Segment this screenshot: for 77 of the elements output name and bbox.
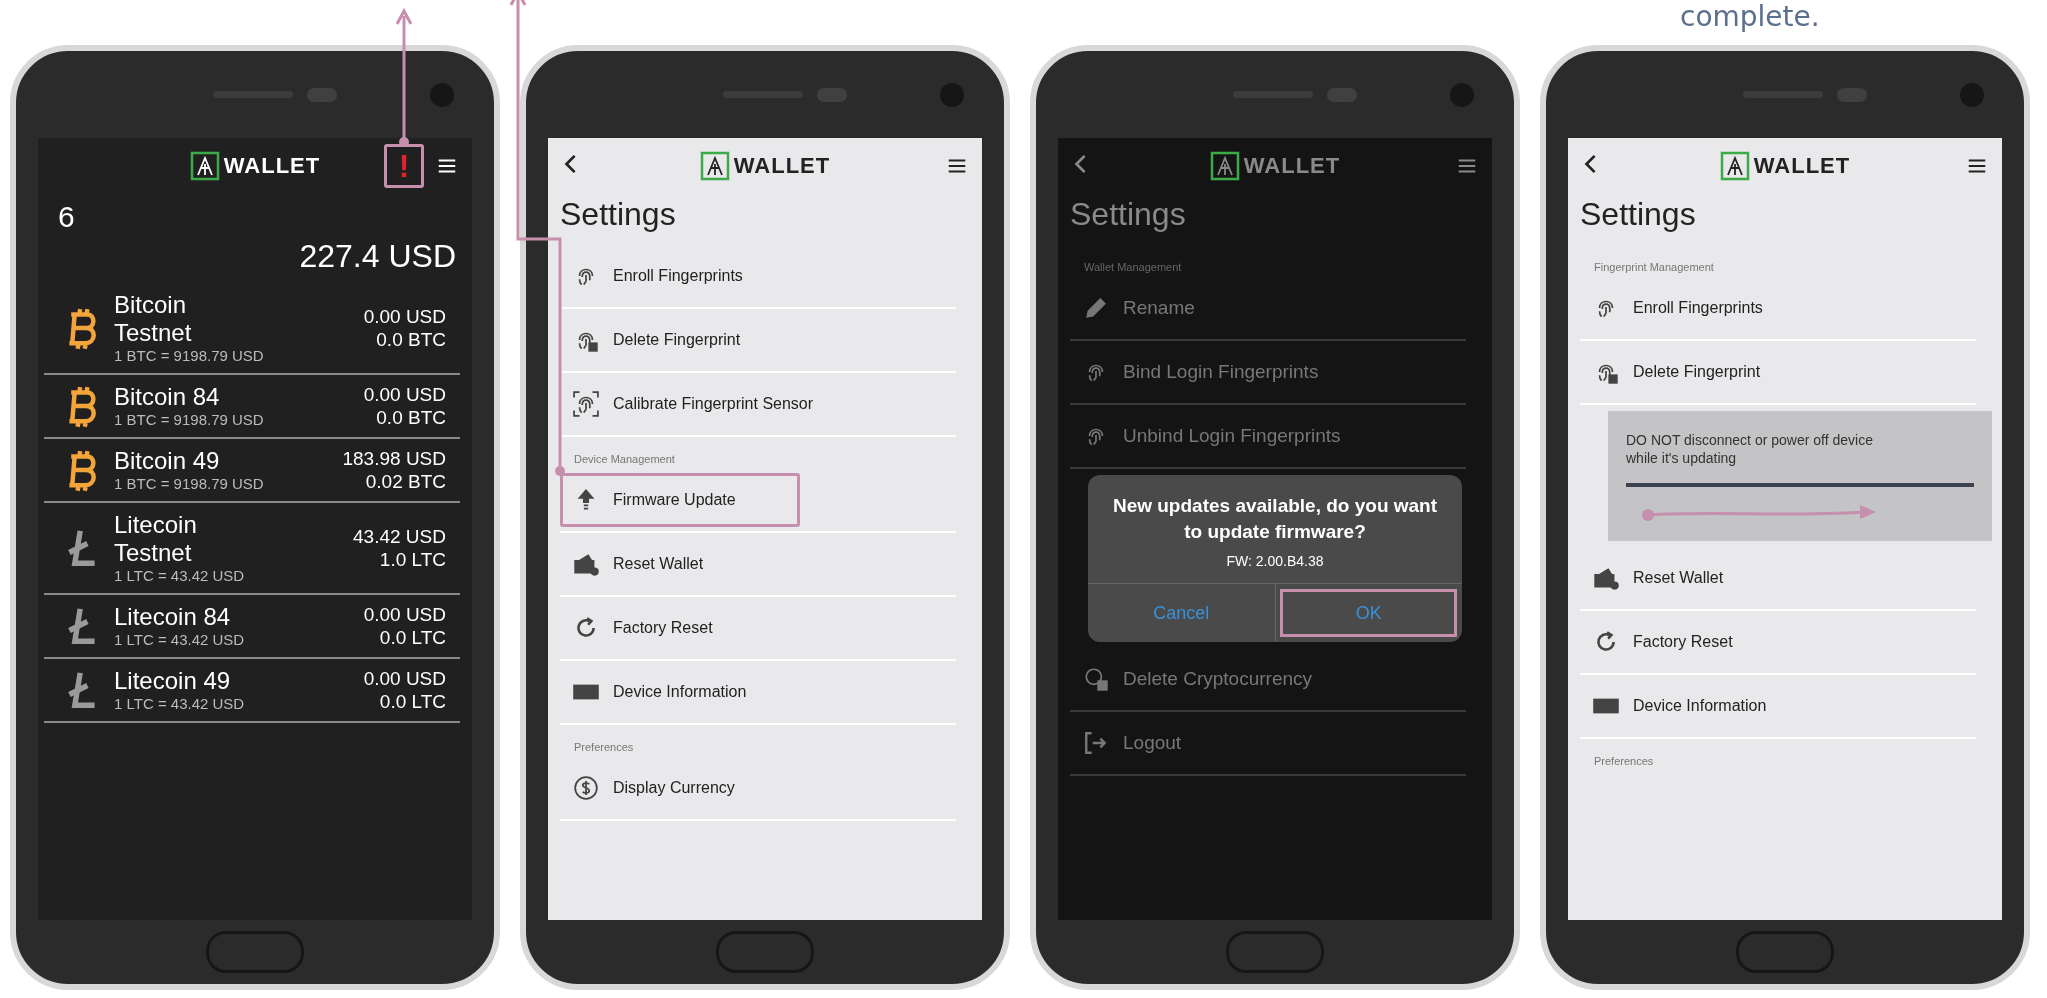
settings-item[interactable]: Unbind Login Fingerprints	[1070, 409, 1466, 463]
section-header: Preferences	[573, 740, 635, 755]
logo-text: WALLET	[733, 153, 831, 179]
settings-item[interactable]: Device Information	[1580, 679, 1976, 733]
warning-message: DO NOT disconnect or power off device while it's updating	[1626, 431, 1874, 467]
page-title: Settings	[1069, 195, 1187, 234]
logo-text: WALLET	[1243, 153, 1341, 179]
settings-item[interactable]: Logout	[1070, 716, 1466, 770]
settings-item[interactable]: Enroll Fingerprints	[560, 249, 956, 303]
dialog-message: New updates available, do you want to update firmware?	[1111, 494, 1439, 544]
settings-item[interactable]: Calibrate Fingerprint Sensor	[560, 377, 956, 431]
coin-trash-icon	[1083, 666, 1109, 692]
section-header: Device Management	[573, 452, 676, 467]
fiat-balance: 0.00 USD	[362, 667, 446, 690]
firmware-version: FW: 2.00.B4.38	[1225, 553, 1325, 569]
settings-item[interactable]: Reset Wallet	[560, 537, 956, 591]
coin-name: Litecoin Testnet	[114, 511, 198, 567]
page-title: Settings	[559, 195, 677, 234]
coin-name: Litecoin 84	[114, 603, 232, 631]
coin-row[interactable]: Litecoin 84 1 LTC = 43.42 USD 0.00 USD 0.0 LTC	[44, 595, 460, 659]
settings-item[interactable]: Bind Login Fingerprints	[1070, 345, 1466, 399]
logo-text: WALLET	[1753, 153, 1851, 179]
fiat-balance: 43.42 USD	[352, 525, 446, 548]
settings-item[interactable]: Factory Reset	[560, 601, 956, 655]
coin-name: Bitcoin 49	[114, 447, 221, 475]
caption-text: complete.	[1680, 0, 1820, 34]
fingerprint-frame-icon	[573, 391, 599, 417]
settings-item[interactable]: Reset Wallet	[1580, 551, 1976, 605]
logo-icon	[1719, 151, 1750, 181]
settings-item[interactable]: Rename	[1070, 281, 1466, 335]
settings-item[interactable]: Delete Fingerprint	[1580, 345, 1976, 399]
coin-name: Litecoin 49	[114, 667, 232, 695]
pencil-icon	[1083, 295, 1109, 321]
coin-balance: 0.0 LTC	[378, 690, 446, 713]
section-header: Wallet Management	[1083, 260, 1183, 275]
dollar-icon	[573, 775, 599, 801]
exchange-rate: 1 BTC = 9198.79 USD	[114, 475, 264, 493]
fiat-balance: 0.00 USD	[362, 383, 446, 406]
page-title: Settings	[1579, 195, 1697, 234]
coin-balance: 0.0 BTC	[375, 406, 446, 429]
exchange-rate: 1 LTC = 43.42 USD	[114, 631, 246, 649]
logo-icon	[699, 151, 730, 181]
settings-item[interactable]: Delete Cryptocurrency	[1070, 652, 1466, 706]
fiat-balance: 0.00 USD	[362, 305, 446, 328]
exchange-rate: 1 LTC = 43.42 USD	[114, 695, 246, 713]
coin-row[interactable]: Litecoin Testnet 1 LTC = 43.42 USD 43.42 USD 1.0 LTC	[44, 503, 460, 595]
total-balance: 227.4 USD	[298, 237, 457, 276]
exchange-rate: 1 BTC = 9198.79 USD	[114, 347, 264, 365]
exchange-rate: 1 LTC = 43.42 USD	[114, 567, 246, 585]
settings-item[interactable]: Delete Fingerprint	[560, 313, 956, 367]
wallet-icon	[573, 551, 599, 577]
logo-icon	[189, 151, 220, 181]
coin-row[interactable]: Litecoin 49 1 LTC = 43.42 USD 0.00 USD 0.0 LTC	[44, 659, 460, 723]
section-header: Fingerprint Management	[1593, 260, 1715, 275]
exchange-rate: 1 BTC = 9198.79 USD	[114, 411, 264, 429]
logo-icon	[1209, 151, 1240, 181]
coin-name: Bitcoin Testnet	[114, 291, 193, 347]
settings-item[interactable]: Firmware Update	[560, 473, 800, 527]
coin-row[interactable]: Bitcoin Testnet 1 BTC = 9198.79 USD 0.00 USD 0.0 BTC	[44, 283, 460, 375]
coin-balance: 0.0 LTC	[378, 626, 446, 649]
coin-name: Bitcoin 84	[114, 383, 221, 411]
coin-balance: 0.0 BTC	[375, 328, 446, 351]
settings-item[interactable]: Display Currency	[560, 761, 956, 815]
wallet-count: 6	[57, 199, 76, 234]
section-header: Preferences	[1593, 754, 1655, 769]
coin-row[interactable]: Bitcoin 49 1 BTC = 9198.79 USD 183.98 USD 0.02 BTC	[44, 439, 460, 503]
coin-row[interactable]: Bitcoin 84 1 BTC = 9198.79 USD 0.00 USD 0.0 BTC	[44, 375, 460, 439]
fiat-balance: 0.00 USD	[362, 603, 446, 626]
settings-item[interactable]: Enroll Fingerprints	[1580, 281, 1976, 335]
settings-item[interactable]: Factory Reset	[1580, 615, 1976, 669]
coin-balance: 0.02 BTC	[364, 470, 446, 493]
coin-balance: 1.0 LTC	[378, 548, 446, 571]
settings-item[interactable]: Device Information	[560, 665, 956, 719]
fiat-balance: 183.98 USD	[341, 447, 446, 470]
wallet-icon	[1593, 565, 1619, 591]
logout-icon	[1083, 730, 1109, 756]
logo-text: WALLET	[223, 153, 321, 179]
